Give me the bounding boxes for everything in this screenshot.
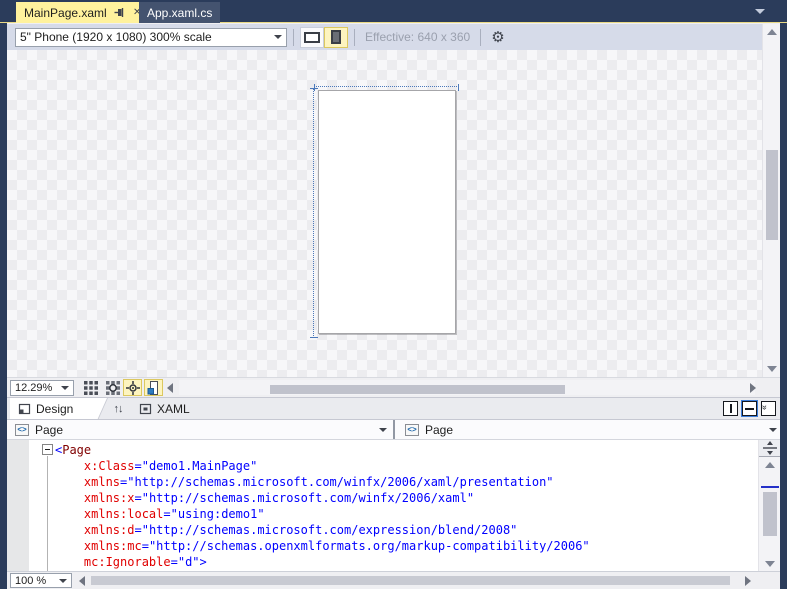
document-tab-bar: MainPage.xaml ✕ App.xaml.cs <box>0 0 787 23</box>
window-edge-right <box>780 0 787 589</box>
vertical-split-icon <box>730 404 732 413</box>
design-vertical-scrollbar[interactable] <box>762 24 780 377</box>
selection-guide-top <box>314 84 459 91</box>
double-chevron-icon: » <box>760 404 771 410</box>
scroll-right-icon[interactable] <box>745 576 751 586</box>
device-selector-value: 5" Phone (1920 x 1080) 300% scale <box>20 30 212 44</box>
document-code-icon <box>147 380 158 395</box>
landscape-icon <box>304 31 320 43</box>
tab-xaml[interactable]: XAML <box>131 398 203 420</box>
editor-zoom-bar: 100 % <box>7 571 780 589</box>
editor-vertical-scrollbar[interactable] <box>758 440 781 571</box>
element-icon: <> <box>405 423 419 436</box>
chevron-down-icon[interactable] <box>379 428 387 432</box>
toolbar-separator <box>354 28 355 46</box>
snap-grid-icon <box>105 380 120 395</box>
window-edge-left <box>0 0 7 589</box>
scroll-left-icon[interactable] <box>79 576 85 586</box>
device-selector-combo[interactable]: 5" Phone (1920 x 1080) 300% scale <box>15 27 287 47</box>
tab-label: MainPage.xaml <box>24 5 107 20</box>
breakpoint-margin[interactable] <box>7 440 29 571</box>
breadcrumb-right-value: Page <box>425 422 454 437</box>
scrollbar-thumb[interactable] <box>763 492 777 536</box>
code-line[interactable]: mc:Ignorable="d"> <box>55 554 590 570</box>
portrait-icon <box>331 30 341 44</box>
splitter-icon <box>763 441 777 455</box>
project-code-toggle-button[interactable] <box>144 379 163 396</box>
grid-icon <box>83 380 98 395</box>
xaml-code-editor[interactable]: <Page x:Class="demo1.MainPage" xmlns="ht… <box>7 440 758 571</box>
breadcrumb-right-combo[interactable]: <> Page <box>397 420 780 439</box>
scroll-down-icon[interactable] <box>765 561 775 567</box>
scroll-left-icon[interactable] <box>167 383 173 393</box>
device-toolbar: 5" Phone (1920 x 1080) 300% scale Effect… <box>7 24 762 50</box>
scroll-right-icon[interactable] <box>750 383 756 393</box>
selection-guide-left <box>310 88 318 338</box>
designer-zoom-value: 12.29% <box>15 382 53 394</box>
landscape-orientation-button[interactable] <box>300 26 324 48</box>
tab-app-xaml-cs[interactable]: App.xaml.cs <box>139 2 221 23</box>
design-horizontal-scrollbar[interactable] <box>179 380 755 395</box>
effective-resolution-label: Effective: 640 x 360 <box>365 30 471 44</box>
breadcrumb-left-combo[interactable]: <> Page <box>7 420 393 439</box>
tab-label: App.xaml.cs <box>147 5 213 20</box>
design-view-icon <box>18 403 31 415</box>
scrollbar-thumb[interactable] <box>91 576 730 585</box>
portrait-orientation-button[interactable] <box>324 26 348 48</box>
tab-list-chevron-icon[interactable] <box>755 9 765 14</box>
snap-to-grid-button[interactable] <box>103 379 122 396</box>
toolbar-separator <box>480 28 482 46</box>
document-outline-bar: <> Page <> Page <box>7 419 780 440</box>
scrollbar-thumb[interactable] <box>766 150 778 240</box>
swap-panes-button[interactable]: ↑↓ <box>107 398 129 420</box>
xaml-view-icon <box>139 403 152 415</box>
editor-split-handle[interactable] <box>759 440 781 457</box>
chevron-down-icon <box>61 386 69 390</box>
scroll-down-icon[interactable] <box>767 366 777 372</box>
element-icon: <> <box>15 423 29 436</box>
scroll-up-icon[interactable] <box>765 462 775 468</box>
code-line[interactable]: xmlns:x="http://schemas.microsoft.com/wi… <box>55 490 590 506</box>
chevron-down-icon[interactable] <box>769 428 777 432</box>
outlining-guide <box>47 456 48 571</box>
design-surface[interactable] <box>7 50 762 377</box>
designer-zoom-bar: 12.29% <box>7 377 780 397</box>
code-lines[interactable]: <Page x:Class="demo1.MainPage" xmlns="ht… <box>55 442 590 570</box>
gear-icon[interactable]: ⚙ <box>491 30 504 45</box>
horizontal-split-button[interactable] <box>741 400 758 417</box>
editor-zoom-combo[interactable]: 100 % <box>10 573 72 588</box>
pane-layout-buttons: » <box>723 400 776 417</box>
code-line[interactable]: x:Class="demo1.MainPage" <box>55 458 590 474</box>
snap-to-snaplines-button[interactable] <box>123 379 142 396</box>
code-line[interactable]: <Page <box>55 442 590 458</box>
caret-position-marker <box>761 486 779 488</box>
chevron-down-icon <box>59 578 67 583</box>
editor-zoom-value: 100 % <box>15 574 47 587</box>
code-line[interactable]: xmlns="http://schemas.microsoft.com/winf… <box>55 474 590 490</box>
designer-zoom-combo[interactable]: 12.29% <box>10 380 74 396</box>
tab-design-label: Design <box>36 402 74 416</box>
horizontal-split-icon <box>745 408 754 410</box>
tab-mainpage-xaml[interactable]: MainPage.xaml ✕ <box>16 2 151 23</box>
tab-design[interactable]: Design <box>10 398 94 420</box>
chevron-down-icon <box>274 35 282 39</box>
show-grid-button[interactable] <box>81 379 100 396</box>
code-line[interactable]: xmlns:local="using:demo1" <box>55 506 590 522</box>
code-line[interactable]: xmlns:d="http://schemas.microsoft.com/ex… <box>55 522 590 538</box>
scrollbar-thumb[interactable] <box>270 385 565 394</box>
phone-artboard[interactable] <box>318 90 456 334</box>
code-line[interactable]: xmlns:mc="http://schemas.openxmlformats.… <box>55 538 590 554</box>
collapse-region-button[interactable] <box>42 444 53 455</box>
breadcrumb-left-value: Page <box>35 422 64 437</box>
snaplines-icon <box>125 380 140 395</box>
scroll-up-icon[interactable] <box>767 29 777 35</box>
xaml-designer-window: MainPage.xaml ✕ App.xaml.cs 5" Phone (19… <box>0 0 787 589</box>
toolbar-separator <box>293 28 294 46</box>
collapse-pane-button[interactable]: » <box>760 401 776 416</box>
breadcrumb-divider <box>393 420 395 439</box>
pin-icon[interactable] <box>114 7 125 18</box>
designer-pane-tabs: Design ↑↓ XAML » <box>7 397 780 420</box>
tab-xaml-label: XAML <box>157 402 190 416</box>
vertical-split-button[interactable] <box>723 401 738 416</box>
